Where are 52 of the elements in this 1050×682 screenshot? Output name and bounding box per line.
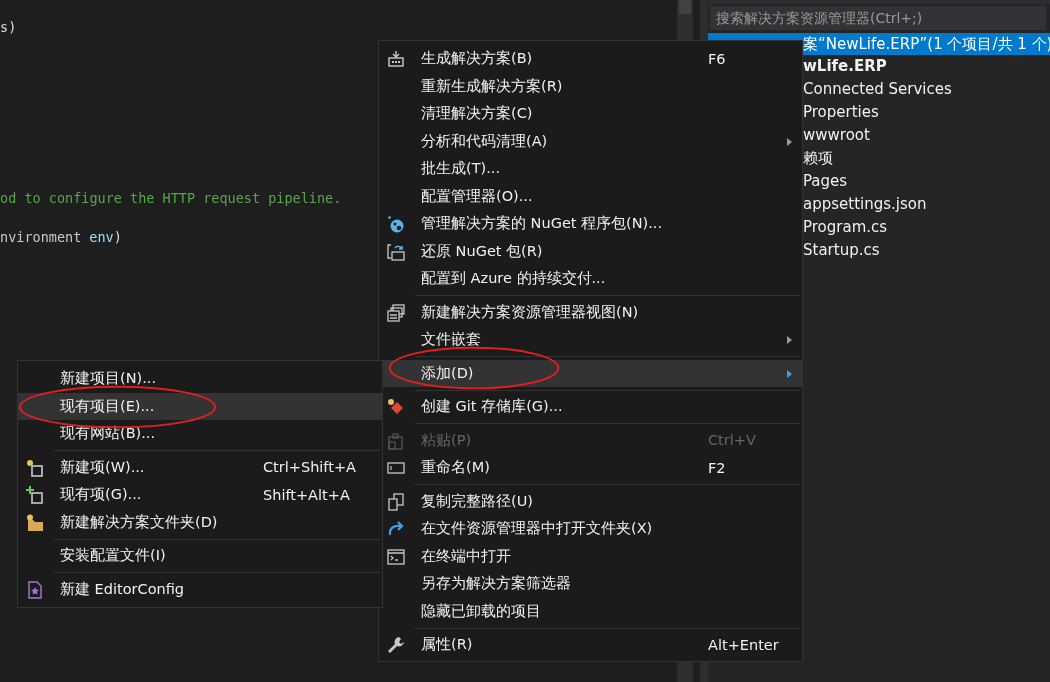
wrench-icon: [387, 636, 405, 654]
menu-item[interactable]: 新建项目(N)...: [18, 365, 382, 393]
code-text: env: [89, 228, 114, 247]
star-file-icon: [26, 580, 44, 599]
menu-item[interactable]: 配置管理器(O)...: [379, 182, 802, 210]
build-icon: [387, 50, 405, 68]
menu-item[interactable]: 现有项目(E)...: [18, 392, 382, 420]
curved-arrow-icon: [387, 520, 405, 538]
window-stack-icon: [387, 303, 405, 322]
menu-item[interactable]: 新建 EditorConfig: [18, 575, 382, 603]
menu-item[interactable]: 批生成(T)...: [379, 155, 802, 183]
menu-item[interactable]: 配置到 Azure 的持续交付...: [379, 265, 802, 293]
menu-item[interactable]: 在终端中打开: [379, 542, 802, 570]
code-text: ): [113, 228, 122, 247]
menu-item[interactable]: 隐藏已卸载的项目: [379, 597, 802, 625]
menu-item[interactable]: 现有项(G)... Shift+Alt+A: [18, 481, 382, 509]
search-field[interactable]: 搜索解决方案资源管理器(Ctrl+;): [710, 6, 1046, 30]
menu-item[interactable]: 复制完整路径(U): [379, 487, 802, 515]
code-text: s): [0, 18, 17, 37]
shortcut-text: Ctrl+Shift+A: [263, 459, 356, 476]
menu-item[interactable]: 还原 NuGet 包(R): [379, 237, 802, 265]
rename-field-icon: [387, 459, 405, 477]
folder-icon: [26, 513, 44, 532]
diamond-icon: [387, 398, 405, 416]
menu-item[interactable]: 新建解决方案文件夹(D): [18, 508, 382, 536]
menu-item[interactable]: 另存为解决方案筛选器: [379, 570, 802, 598]
shortcut-text: Shift+Alt+A: [263, 486, 350, 503]
shortcut-text: F2: [708, 459, 726, 476]
menu-item[interactable]: 创建 Git 存储库(G)...: [379, 393, 802, 421]
menu-item[interactable]: 现有网站(B)...: [18, 420, 382, 448]
menu-item[interactable]: 管理解决方案的 NuGet 程序包(N)...: [379, 210, 802, 238]
shortcut-text: Ctrl+V: [708, 432, 756, 449]
code-text: nvironment: [0, 228, 82, 247]
restore-icon: [387, 242, 405, 261]
menu-item[interactable]: 分析和代码清理(A): [379, 127, 802, 155]
menu-item[interactable]: 文件嵌套: [379, 326, 802, 354]
menu-item[interactable]: 新建项(W)... Ctrl+Shift+A: [18, 453, 382, 481]
menu-item[interactable]: 属性(R) Alt+Enter: [379, 631, 802, 659]
copy-icon: [387, 492, 405, 511]
menu-item[interactable]: 安装配置文件(I): [18, 542, 382, 570]
menu-item[interactable]: 清理解决方案(C): [379, 100, 802, 128]
add-item-icon: [26, 486, 44, 504]
menu-item[interactable]: 在文件资源管理器中打开文件夹(X): [379, 515, 802, 543]
shortcut-text: Alt+Enter: [708, 636, 779, 653]
dots-circle-icon: [387, 215, 405, 233]
terminal-icon: [387, 547, 405, 566]
code-text: od to configure the HTTP request pipeline.: [0, 189, 342, 208]
menu-item[interactable]: 新建解决方案资源管理器视图(N): [379, 298, 802, 326]
new-item-icon: [26, 458, 44, 477]
menu-item[interactable]: 重命名(M) F2: [379, 454, 802, 482]
menu-item[interactable]: 重新生成解决方案(R): [379, 72, 802, 100]
clipboard-icon: [387, 431, 405, 450]
